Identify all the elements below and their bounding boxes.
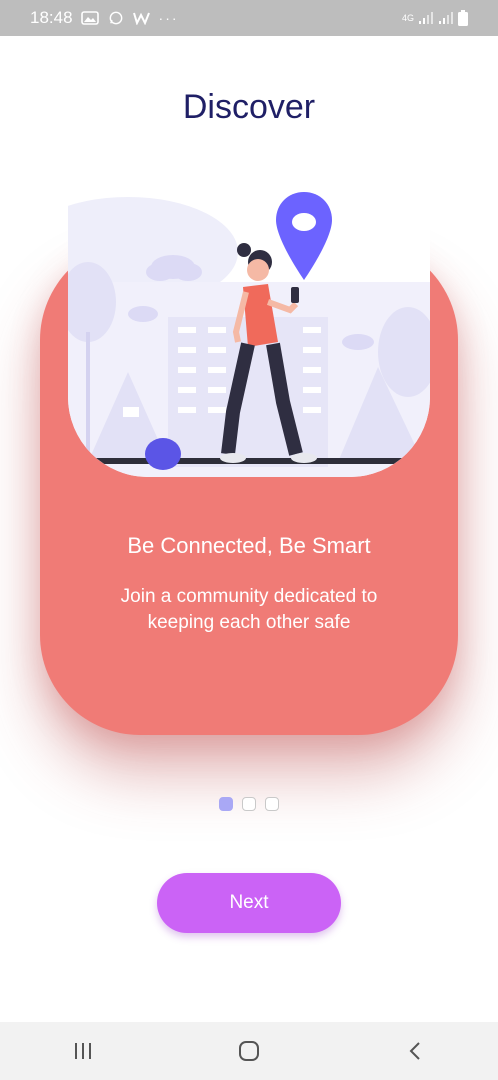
status-bar: 18:48 ··· 4G	[0, 0, 498, 36]
card-heading: Be Connected, Be Smart	[127, 533, 371, 558]
recent-apps-button[interactable]	[63, 1031, 103, 1071]
location-pin-icon	[276, 192, 332, 280]
recent-apps-icon	[75, 1043, 91, 1059]
status-left: 18:48 ···	[30, 8, 179, 28]
page-indicator	[0, 797, 498, 811]
card-body: Join a community dedicated to keeping ea…	[120, 586, 378, 633]
gallery-notification-icon	[80, 11, 99, 25]
app-w-icon	[132, 12, 150, 25]
network-type-label: 4G	[401, 13, 414, 23]
home-icon	[239, 1041, 259, 1061]
page-dot-1[interactable]	[219, 797, 233, 811]
battery-icon	[458, 10, 468, 26]
status-time: 18:48	[30, 8, 73, 27]
next-button[interactable]: Next	[157, 873, 341, 933]
onboarding-illustration	[68, 192, 430, 477]
home-button[interactable]	[229, 1031, 269, 1071]
whatsapp-icon	[109, 11, 122, 25]
signal-icon	[419, 12, 433, 24]
back-button[interactable]	[395, 1031, 435, 1071]
more-notifications-icon: ···	[158, 10, 179, 26]
page-dot-2[interactable]	[242, 797, 256, 811]
woman-with-phone-illustration	[68, 192, 430, 477]
page-dot-3[interactable]	[265, 797, 279, 811]
status-right: 4G	[402, 10, 468, 26]
system-nav-bar	[0, 1022, 498, 1080]
page-title: Discover	[182, 88, 316, 126]
signal-icon-2	[439, 12, 453, 24]
back-icon	[409, 1042, 420, 1060]
onboarding-screen: 18:48 ··· 4G Discover Be Connected, Be S…	[0, 0, 498, 1080]
